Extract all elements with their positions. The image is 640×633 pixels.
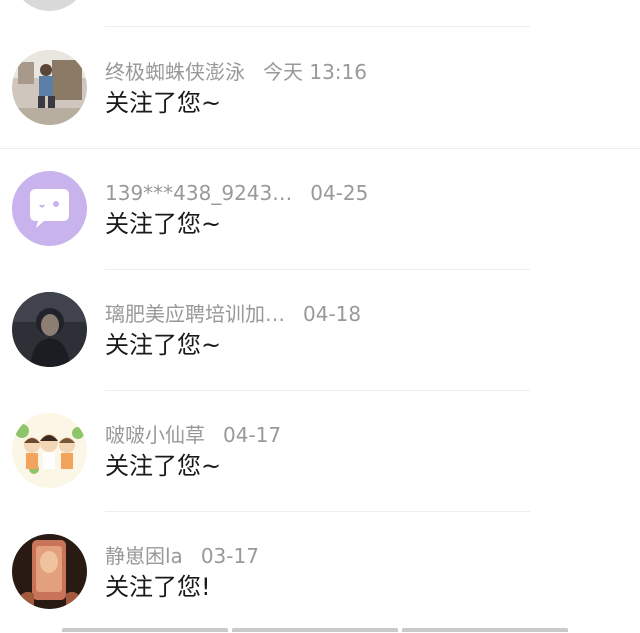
tab-edge <box>232 628 398 632</box>
sender-name[interactable]: 啵啵小仙草 <box>105 423 205 447</box>
name-line: 啵啵小仙草 04-17 <box>105 421 281 449</box>
avatar[interactable] <box>12 534 87 609</box>
previous-avatar-partial[interactable] <box>12 0 87 11</box>
list-item[interactable]: 璃肥美应聘培训加… 04-18 关注了您~ <box>0 270 640 391</box>
timestamp: 03-17 <box>200 544 259 568</box>
name-line: 静崽困la 03-17 <box>105 542 259 570</box>
notification-message: 关注了您~ <box>105 331 222 359</box>
sender-name[interactable]: 终极蜘蛛侠澎泳 <box>105 60 245 84</box>
notification-message: 关注了您~ <box>105 210 222 238</box>
list-item[interactable]: 静崽困la 03-17 关注了您! <box>0 512 640 633</box>
notification-message: 关注了您~ <box>105 452 222 480</box>
list-item[interactable]: 啵啵小仙草 04-17 关注了您~ <box>0 391 640 512</box>
notification-message: 关注了您! <box>105 573 211 601</box>
timestamp: 04-18 <box>303 302 362 326</box>
avatar[interactable] <box>12 413 87 488</box>
chat-bubble-icon <box>12 171 87 246</box>
divider <box>105 26 530 27</box>
name-line: 终极蜘蛛侠澎泳 今天 13:16 <box>105 58 367 86</box>
avatar[interactable] <box>12 171 87 246</box>
notification-message: 关注了您~ <box>105 89 222 117</box>
timestamp: 04-25 <box>310 181 369 205</box>
bottom-tab-bar-edge <box>62 628 568 632</box>
name-line: 139***438_9243… 04-25 <box>105 179 368 207</box>
list-item[interactable]: 终极蜘蛛侠澎泳 今天 13:16 关注了您~ <box>0 28 640 149</box>
name-line: 璃肥美应聘培训加… 04-18 <box>105 300 361 328</box>
avatar[interactable] <box>12 50 87 125</box>
tab-edge <box>402 628 568 632</box>
tab-edge <box>62 628 228 632</box>
sender-name[interactable]: 139***438_9243… <box>105 181 292 205</box>
timestamp: 04-17 <box>223 423 282 447</box>
list-item[interactable]: 139***438_9243… 04-25 关注了您~ <box>0 149 640 270</box>
avatar[interactable] <box>12 292 87 367</box>
sender-name[interactable]: 静崽困la <box>105 544 183 568</box>
timestamp: 今天 13:16 <box>263 60 367 84</box>
notification-list: 终极蜘蛛侠澎泳 今天 13:16 关注了您~ 139***438_9243… 04-… <box>0 28 640 633</box>
sender-name[interactable]: 璃肥美应聘培训加… <box>105 302 285 326</box>
